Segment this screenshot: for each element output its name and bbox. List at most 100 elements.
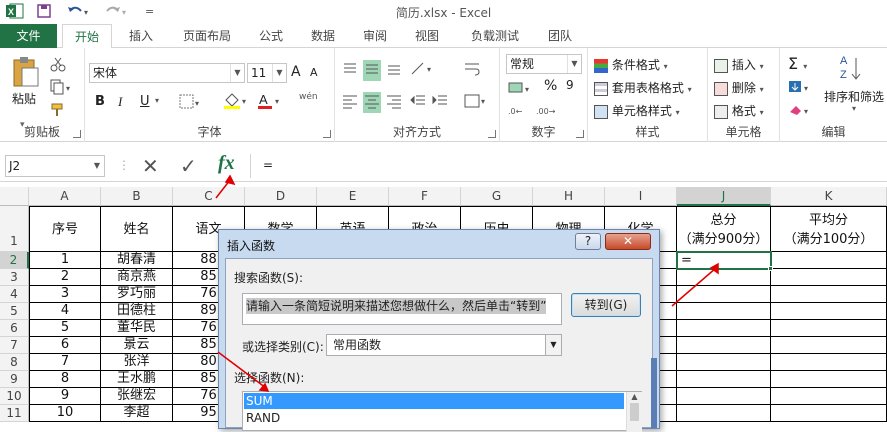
tab-insert[interactable]: 插入 [118, 24, 164, 48]
table-cell[interactable] [677, 303, 771, 320]
format-as-table-button[interactable]: 套用表格格式 ▾ [594, 79, 692, 96]
decrease-decimal-icon[interactable]: .00→ [536, 102, 556, 121]
row-header-11[interactable]: 11 [0, 405, 29, 422]
header-cell-total[interactable]: 总分 （满分900分） [677, 206, 771, 252]
table-cell[interactable]: 6 [29, 337, 101, 354]
function-item-sum[interactable]: SUM [244, 393, 624, 409]
tab-review[interactable]: 审阅 [354, 24, 396, 48]
delete-cells-button[interactable]: 删除 ▾ [714, 79, 764, 96]
tab-home[interactable]: 开始 [62, 24, 112, 49]
alignment-launcher-icon[interactable] [488, 130, 496, 138]
table-cell[interactable]: 胡春清 [101, 252, 173, 269]
table-cell[interactable]: 7 [29, 354, 101, 371]
currency-icon[interactable]: ▾ [508, 80, 534, 99]
table-cell[interactable] [771, 371, 887, 388]
row-header-10[interactable]: 10 [0, 388, 29, 405]
name-box[interactable]: J2 ▼ [5, 155, 105, 177]
drag-handle-icon[interactable]: ⋮ [118, 158, 130, 172]
table-cell[interactable] [677, 320, 771, 337]
fill-icon[interactable]: ▾ [788, 79, 814, 98]
format-painter-icon[interactable] [50, 102, 66, 121]
table-cell[interactable]: 1 [29, 252, 101, 269]
middle-align-icon[interactable] [363, 60, 381, 81]
table-cell[interactable]: 张继宏 [101, 388, 173, 405]
merge-center-icon[interactable]: ▾ [463, 92, 491, 113]
row-header-5[interactable]: 5 [0, 303, 29, 320]
shrink-font-button[interactable]: A [310, 66, 318, 79]
cancel-icon[interactable]: ✕ [142, 154, 159, 178]
autosum-icon[interactable]: Σ ▾ [788, 54, 807, 73]
header-cell-number[interactable]: 序号 [29, 206, 101, 252]
paste-icon[interactable] [10, 56, 40, 91]
table-cell[interactable] [677, 286, 771, 303]
sort-filter-button[interactable]: 排序和筛选 [824, 88, 884, 105]
font-launcher-icon[interactable] [323, 130, 331, 138]
table-cell[interactable] [677, 388, 771, 405]
col-header-k[interactable]: K [771, 187, 887, 206]
border-icon[interactable]: ▾ [179, 94, 203, 113]
table-cell[interactable]: 4 [29, 303, 101, 320]
table-cell[interactable] [677, 337, 771, 354]
align-left-icon[interactable] [341, 92, 359, 113]
table-cell[interactable] [771, 286, 887, 303]
formula-input[interactable]: = [250, 154, 887, 178]
col-header-j[interactable]: J [677, 187, 771, 206]
go-button[interactable]: 转到(G) [571, 293, 641, 317]
table-cell[interactable]: 10 [29, 405, 101, 422]
table-cell[interactable]: 李超 [101, 405, 173, 422]
increase-indent-icon[interactable] [431, 92, 449, 113]
tab-file[interactable]: 文件 [0, 24, 57, 48]
cut-icon[interactable] [50, 56, 66, 75]
col-header-a[interactable]: A [29, 187, 101, 206]
table-cell[interactable]: 5 [29, 320, 101, 337]
tab-formulas[interactable]: 公式 [250, 24, 292, 48]
table-cell[interactable] [771, 303, 887, 320]
table-cell[interactable]: 王水鹏 [101, 371, 173, 388]
close-button[interactable]: ✕ [605, 233, 651, 250]
underline-button[interactable]: U [140, 94, 150, 109]
increase-decimal-icon[interactable]: .0← [508, 102, 528, 121]
tab-team[interactable]: 团队 [538, 24, 582, 48]
scroll-thumb[interactable] [630, 403, 639, 421]
insert-function-button[interactable]: fx [218, 152, 235, 175]
font-color-icon[interactable]: A ▾ [257, 92, 283, 113]
select-all-corner[interactable] [0, 187, 29, 206]
row-header-2[interactable]: 2 [0, 252, 29, 269]
table-cell[interactable] [771, 354, 887, 371]
col-header-g[interactable]: G [461, 187, 533, 206]
orientation-icon[interactable]: ▾ [409, 60, 437, 81]
clear-icon[interactable]: ▾ [788, 102, 814, 121]
clipboard-launcher-icon[interactable] [73, 130, 81, 138]
table-cell[interactable]: 景云 [101, 337, 173, 354]
table-cell[interactable] [771, 388, 887, 405]
table-cell[interactable] [771, 320, 887, 337]
row-header-1[interactable]: 1 [0, 206, 29, 252]
comma-button[interactable]: 9 [566, 78, 574, 92]
header-cell-average[interactable]: 平均分 （满分100分） [771, 206, 887, 252]
number-launcher-icon[interactable] [576, 130, 584, 138]
table-cell[interactable] [677, 371, 771, 388]
format-cells-button[interactable]: 格式 ▾ [714, 102, 764, 119]
table-cell[interactable] [677, 269, 771, 286]
bold-button[interactable]: B [95, 94, 105, 109]
top-align-icon[interactable] [341, 60, 359, 81]
font-name-select[interactable]: 宋体 ▼ [89, 63, 245, 83]
table-cell[interactable]: 9 [29, 388, 101, 405]
tab-page-layout[interactable]: 页面布局 [172, 24, 242, 48]
col-header-h[interactable]: H [533, 187, 605, 206]
fill-handle[interactable] [768, 266, 773, 271]
row-header-6[interactable]: 6 [0, 320, 29, 337]
row-header-3[interactable]: 3 [0, 269, 29, 286]
paste-button[interactable]: 粘贴 [12, 90, 36, 107]
table-cell[interactable]: 罗巧丽 [101, 286, 173, 303]
tab-view[interactable]: 视图 [406, 24, 448, 48]
header-cell-name[interactable]: 姓名 [101, 206, 173, 252]
table-cell[interactable] [677, 354, 771, 371]
tab-data[interactable]: 数据 [302, 24, 344, 48]
table-cell[interactable]: 商京燕 [101, 269, 173, 286]
search-function-input[interactable]: 请输入一条简短说明来描述您想做什么，然后单击“转到” [242, 293, 562, 325]
align-center-icon[interactable] [363, 92, 381, 113]
help-button[interactable]: ? [575, 233, 601, 250]
col-header-i[interactable]: I [605, 187, 677, 206]
function-list-scrollbar[interactable]: ▲ [626, 392, 642, 432]
